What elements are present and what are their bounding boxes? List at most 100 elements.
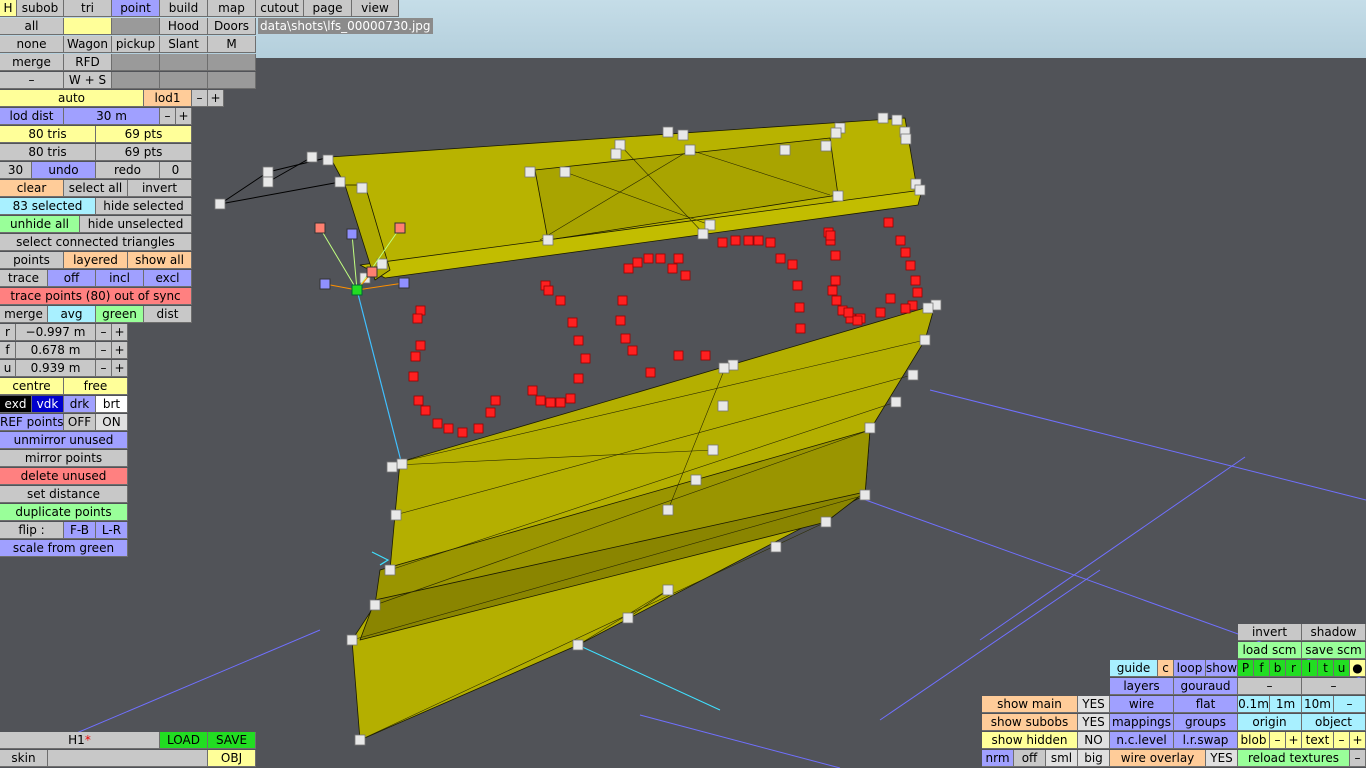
layered-button[interactable]: layered <box>64 252 128 269</box>
text-label[interactable]: text <box>1302 732 1334 749</box>
show-all-button[interactable]: show all <box>128 252 192 269</box>
trace-point[interactable] <box>883 217 894 228</box>
trace-label[interactable]: trace <box>0 270 48 287</box>
slant-button[interactable]: Slant <box>160 36 208 53</box>
m-button[interactable]: M <box>208 36 256 53</box>
load-button[interactable]: LOAD <box>160 732 208 749</box>
rfd-button[interactable]: RFD <box>64 54 112 71</box>
f-plus-button[interactable]: + <box>112 342 128 359</box>
hide-unselected-button[interactable]: hide unselected <box>80 216 192 233</box>
drk-button[interactable]: drk <box>64 396 96 413</box>
skin-field[interactable] <box>48 750 208 767</box>
lod-plus-button[interactable]: + <box>208 90 224 107</box>
mesh-vertex[interactable] <box>718 362 730 374</box>
exd-button[interactable]: exd <box>0 396 32 413</box>
ref-off-button[interactable]: OFF <box>64 414 96 431</box>
trace-point[interactable] <box>573 373 584 384</box>
mirror-points-button[interactable]: mirror points <box>0 450 128 467</box>
trace-point[interactable] <box>555 397 566 408</box>
merge-avg-button[interactable]: avg <box>48 306 96 323</box>
mesh-vertex[interactable] <box>914 184 926 196</box>
gizmo-handle[interactable] <box>319 278 331 290</box>
nc-level-button[interactable]: n.c.level <box>1110 732 1174 749</box>
trace-point[interactable] <box>827 285 838 296</box>
off-button[interactable]: off <box>1014 750 1046 767</box>
view-dir-f-button[interactable]: f <box>1254 660 1270 677</box>
show-hidden-no[interactable]: NO <box>1078 732 1110 749</box>
duplicate-points-button[interactable]: duplicate points <box>0 504 128 521</box>
invert-view-button[interactable]: invert <box>1238 624 1302 641</box>
subob-merge-button[interactable]: merge <box>0 54 64 71</box>
subob-none-button[interactable]: none <box>0 36 64 53</box>
flip-lr-button[interactable]: L-R <box>96 522 128 539</box>
trace-point[interactable] <box>655 253 666 264</box>
mesh-vertex[interactable] <box>262 166 274 178</box>
trace-point[interactable] <box>412 313 423 324</box>
origin-button[interactable]: origin <box>1238 714 1302 731</box>
lod-dist-minus-button[interactable]: – <box>160 108 176 125</box>
trace-point[interactable] <box>535 395 546 406</box>
mesh-vertex[interactable] <box>662 584 674 596</box>
mesh-vertex[interactable] <box>907 369 919 381</box>
file-name[interactable]: H1* <box>0 732 160 749</box>
trace-point[interactable] <box>680 270 691 281</box>
nrm-button[interactable]: nrm <box>982 750 1014 767</box>
trace-point[interactable] <box>717 237 728 248</box>
object-button[interactable]: object <box>1302 714 1366 731</box>
layers-button[interactable]: layers <box>1110 678 1174 695</box>
mesh-vertex[interactable] <box>830 127 842 139</box>
wire-overlay-yes[interactable]: YES <box>1206 750 1238 767</box>
mesh-vertex[interactable] <box>524 166 536 178</box>
skin-label[interactable]: skin <box>0 750 48 767</box>
mesh-vertex[interactable] <box>684 144 696 156</box>
flip-fb-button[interactable]: F-B <box>64 522 96 539</box>
mesh-vertex[interactable] <box>707 444 719 456</box>
gizmo-handle[interactable] <box>398 277 410 289</box>
mesh-vertex[interactable] <box>704 219 716 231</box>
show-main-yes[interactable]: YES <box>1078 696 1110 713</box>
view-dir-u-button[interactable]: u <box>1334 660 1350 677</box>
mesh-vertex[interactable] <box>356 182 368 194</box>
mesh-vertex[interactable] <box>384 564 396 576</box>
mesh-vertex[interactable] <box>614 139 626 151</box>
r-value[interactable]: −0.997 m <box>16 324 96 341</box>
mesh-vertex[interactable] <box>697 228 709 240</box>
trace-incl-button[interactable]: incl <box>96 270 144 287</box>
hood-button[interactable]: Hood <box>160 18 208 35</box>
menu-map[interactable]: map <box>208 0 256 17</box>
gizmo-handle[interactable] <box>394 222 406 234</box>
mappings-button[interactable]: mappings <box>1110 714 1174 731</box>
trace-point[interactable] <box>795 323 806 334</box>
grid-1m-button[interactable]: 1m <box>1270 696 1302 713</box>
selected-vertex[interactable] <box>351 284 363 296</box>
trace-point[interactable] <box>753 235 764 246</box>
mesh-vertex[interactable] <box>662 126 674 138</box>
trace-point[interactable] <box>408 371 419 382</box>
show-main-label[interactable]: show main <box>982 696 1078 713</box>
lod1-button[interactable]: lod1 <box>144 90 192 107</box>
text-plus-button[interactable]: + <box>1350 732 1366 749</box>
mesh-vertex[interactable] <box>369 599 381 611</box>
trace-point[interactable] <box>485 407 496 418</box>
trace-point[interactable] <box>825 230 836 241</box>
menu-view[interactable]: view <box>352 0 399 17</box>
trace-point[interactable] <box>623 263 634 274</box>
mesh-vertex[interactable] <box>770 541 782 553</box>
gouraud-button[interactable]: gouraud <box>1174 678 1238 695</box>
menu-cutout[interactable]: cutout <box>256 0 304 17</box>
view-dir-t-button[interactable]: t <box>1318 660 1334 677</box>
lod-dist-value[interactable]: 30 m <box>64 108 160 125</box>
trace-point[interactable] <box>900 303 911 314</box>
scale-from-green-button[interactable]: scale from green <box>0 540 128 557</box>
u-plus-button[interactable]: + <box>112 360 128 377</box>
trace-point[interactable] <box>792 280 803 291</box>
wire-button[interactable]: wire <box>1110 696 1174 713</box>
trace-point[interactable] <box>545 397 556 408</box>
trace-point[interactable] <box>831 295 842 306</box>
mesh-vertex[interactable] <box>919 334 931 346</box>
u-value[interactable]: 0.939 m <box>16 360 96 377</box>
trace-point[interactable] <box>645 367 656 378</box>
big-button[interactable]: big <box>1078 750 1110 767</box>
trace-point[interactable] <box>617 295 628 306</box>
menu-subob[interactable]: subob <box>17 0 64 17</box>
